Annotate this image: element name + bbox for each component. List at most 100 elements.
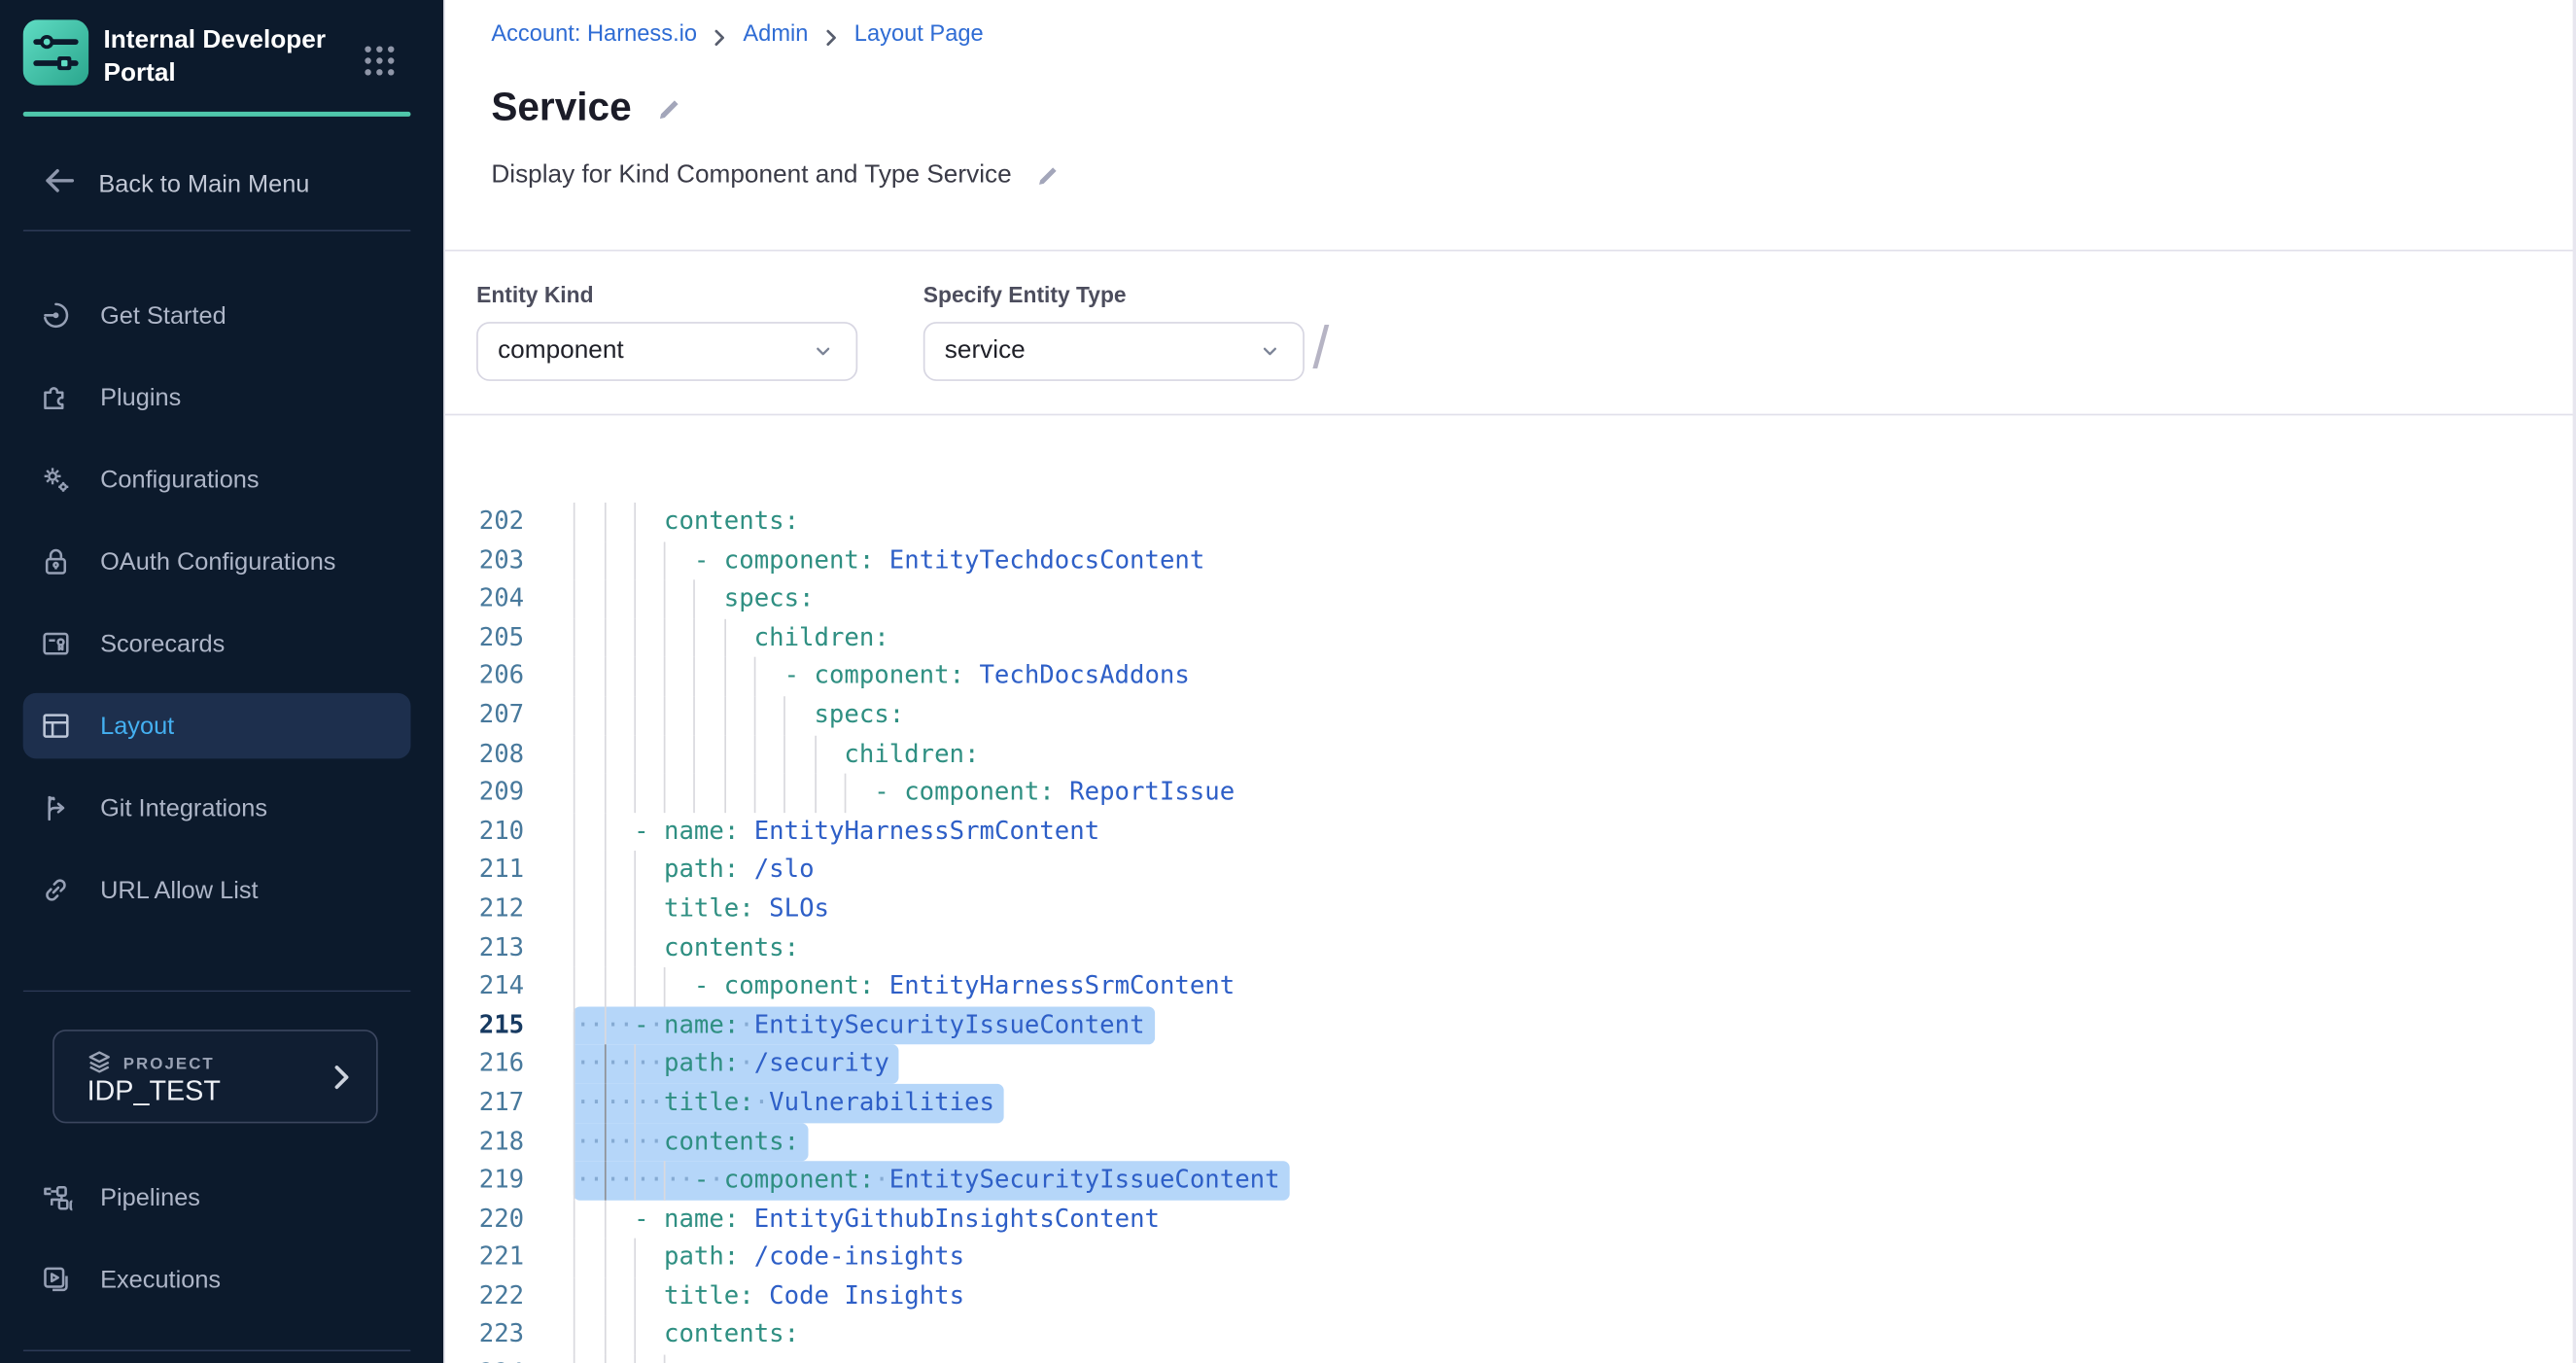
line-number: 215 <box>445 1006 524 1045</box>
entity-type-dropdown[interactable]: service <box>923 322 1305 381</box>
sidebar-item-get-started[interactable]: Get Started <box>0 274 443 356</box>
scrollbar-track[interactable] <box>2573 0 2576 1363</box>
line-number: 202 <box>445 503 524 542</box>
line-number: 213 <box>445 928 524 967</box>
line-number: 209 <box>445 774 524 813</box>
sidebar-item-url-allow-list[interactable]: URL Allow List <box>0 849 443 930</box>
selection-highlight: ······path:·/security <box>574 1045 899 1084</box>
yaml-editor[interactable]: 202 contents:203 - component: EntityTech… <box>445 503 2576 1363</box>
edit-subtitle-pencil-icon[interactable] <box>1034 161 1062 190</box>
entity-type-label: Specify Entity Type <box>923 283 1127 307</box>
link-icon <box>40 874 73 907</box>
selection-highlight: ······title:·Vulnerabilities <box>574 1084 1004 1123</box>
selection-highlight: ········-·component:·EntitySecurityIssue… <box>574 1161 1289 1200</box>
sidebar-nav: Get Started Plugins Configurations OAuth Co… <box>0 274 443 931</box>
layout-icon <box>40 710 73 743</box>
sidebar-item-plugins[interactable]: Plugins <box>0 357 443 438</box>
accent-divider <box>23 112 411 116</box>
apps-grid-icon[interactable] <box>362 43 398 79</box>
page-subtitle: Display for Kind Component and Type Serv… <box>491 161 1011 191</box>
code-line-208[interactable]: 208 children: <box>445 735 2576 774</box>
sidebar-item-label: Configurations <box>100 466 259 494</box>
back-label: Back to Main Menu <box>98 170 309 198</box>
sidebar-item-label: Plugins <box>100 383 181 411</box>
code-line-224[interactable]: 224 <box>445 1355 2576 1363</box>
code-line-202[interactable]: 202 contents: <box>445 503 2576 542</box>
code-line-210[interactable]: 210 - name: EntityHarnessSrmContent <box>445 813 2576 852</box>
chevron-right-icon <box>712 24 728 41</box>
code-line-204[interactable]: 204 specs: <box>445 580 2576 619</box>
pipelines-icon <box>40 1181 73 1214</box>
sidebar-item-label: URL Allow List <box>100 876 259 904</box>
breadcrumb-link[interactable]: Layout Page <box>854 19 984 46</box>
code-line-219[interactable]: 219 ········-·component:·EntitySecurityI… <box>445 1161 2576 1200</box>
git-branch-icon <box>40 791 73 824</box>
line-number: 222 <box>445 1277 524 1316</box>
line-number: 210 <box>445 813 524 852</box>
main-content: Account: Harness.ioAdminLayout Page Serv… <box>443 0 2576 1363</box>
code-line-207[interactable]: 207 specs: <box>445 696 2576 735</box>
breadcrumb-link[interactable]: Account: Harness.io <box>491 19 697 46</box>
chevron-down-icon <box>1257 338 1283 365</box>
sidebar: Internal Developer Portal Back to Main M… <box>0 0 443 1363</box>
app-title: Internal Developer Portal <box>103 19 353 91</box>
code-line-209[interactable]: 209 - component: ReportIssue <box>445 774 2576 813</box>
line-number: 203 <box>445 542 524 580</box>
line-number: 204 <box>445 580 524 619</box>
app-window: Internal Developer Portal Back to Main M… <box>0 0 2576 1363</box>
selection-highlight: ····-·name:·EntitySecurityIssueContent <box>574 1006 1154 1045</box>
entity-kind-label: Entity Kind <box>476 283 593 307</box>
sidebar-item-git-integrations[interactable]: Git Integrations <box>0 767 443 849</box>
back-arrow-icon <box>43 167 76 200</box>
line-number: 207 <box>445 696 524 735</box>
code-line-215[interactable]: 215 ····-·name:·EntitySecurityIssueConte… <box>445 1006 2576 1045</box>
code-line-205[interactable]: 205 children: <box>445 618 2576 657</box>
executions-icon <box>40 1263 73 1296</box>
line-number: 206 <box>445 657 524 696</box>
header-divider <box>445 250 2576 252</box>
sidebar-item-label: Git Integrations <box>100 794 267 822</box>
project-selector[interactable]: PROJECT IDP_TEST <box>52 1030 378 1123</box>
code-line-211[interactable]: 211 path: /slo <box>445 852 2576 891</box>
sidebar-divider <box>23 991 411 993</box>
line-number: 220 <box>445 1200 524 1239</box>
code-line-212[interactable]: 212 title: SLOs <box>445 890 2576 928</box>
code-line-206[interactable]: 206 - component: TechDocsAddons <box>445 657 2576 696</box>
code-line-213[interactable]: 213 contents: <box>445 928 2576 967</box>
code-line-220[interactable]: 220 - name: EntityGithubInsightsContent <box>445 1200 2576 1239</box>
code-line-214[interactable]: 214 - component: EntityHarnessSrmContent <box>445 967 2576 1006</box>
project-name: IDP_TEST <box>87 1075 221 1108</box>
chevron-down-icon <box>810 338 836 365</box>
scorecard-icon <box>40 627 73 660</box>
sidebar-item-configurations[interactable]: Configurations <box>0 438 443 520</box>
edit-title-pencil-icon[interactable] <box>656 94 684 122</box>
chevron-right-icon <box>823 24 840 41</box>
sidebar-item-scorecards[interactable]: Scorecards <box>0 603 443 684</box>
sidebar-item-label: Layout <box>100 712 174 740</box>
line-number: 205 <box>445 618 524 657</box>
sidebar-item-label: Get Started <box>100 301 226 330</box>
project-stack-icon <box>87 1049 112 1078</box>
code-line-218[interactable]: 218 ······contents: <box>445 1123 2576 1162</box>
sidebar-bottom-nav: Pipelines Executions <box>0 1156 443 1320</box>
sidebar-item-layout[interactable]: Layout <box>23 693 411 759</box>
sidebar-item-pipelines[interactable]: Pipelines <box>0 1156 443 1238</box>
code-line-221[interactable]: 221 path: /code-insights <box>445 1239 2576 1277</box>
code-line-217[interactable]: 217 ······title:·Vulnerabilities <box>445 1084 2576 1123</box>
back-to-main-menu[interactable]: Back to Main Menu <box>43 162 309 205</box>
chevron-right-icon <box>329 1065 355 1091</box>
breadcrumb-link[interactable]: Admin <box>743 19 808 46</box>
sidebar-item-executions[interactable]: Executions <box>0 1239 443 1320</box>
code-line-223[interactable]: 223 contents: <box>445 1316 2576 1355</box>
code-line-216[interactable]: 216 ······path:·/security <box>445 1045 2576 1084</box>
idp-logo-icon <box>23 19 89 86</box>
sidebar-item-label: Executions <box>100 1265 221 1293</box>
line-number: 217 <box>445 1084 524 1123</box>
sidebar-item-oauth-configurations[interactable]: OAuth Configurations <box>0 520 443 602</box>
sidebar-item-label: Pipelines <box>100 1183 200 1211</box>
line-number: 218 <box>445 1123 524 1162</box>
entity-kind-dropdown[interactable]: component <box>476 322 857 381</box>
code-line-222[interactable]: 222 title: Code Insights <box>445 1277 2576 1316</box>
code-line-203[interactable]: 203 - component: EntityTechdocsContent <box>445 542 2576 580</box>
line-number: 211 <box>445 852 524 891</box>
